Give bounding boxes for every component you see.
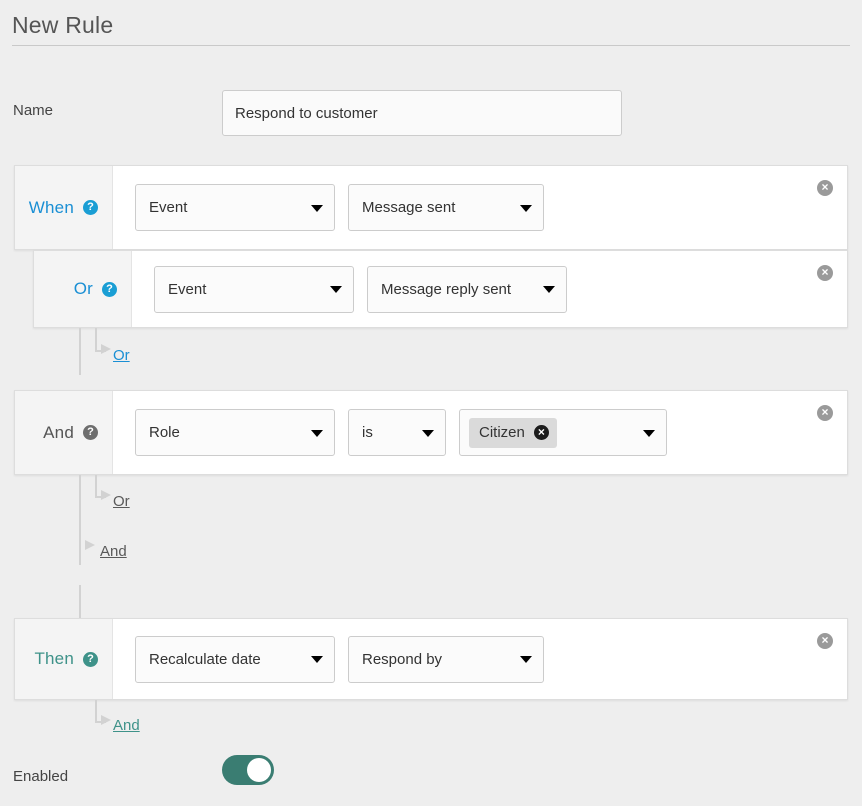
rule-fields-then: Recalculate date Respond by bbox=[135, 619, 557, 699]
rule-fields-and: Role is Citizen bbox=[135, 391, 680, 474]
remove-circle-icon-and[interactable] bbox=[817, 405, 833, 421]
add-and-condition-link-1[interactable]: And bbox=[100, 543, 127, 560]
chevron-down-icon bbox=[311, 656, 323, 663]
enabled-toggle[interactable] bbox=[222, 755, 274, 785]
question-circle-icon[interactable] bbox=[83, 200, 98, 215]
page-title: New Rule bbox=[12, 12, 114, 38]
select-when-event-value: Message sent bbox=[362, 199, 456, 216]
rule-label-cell-when: When bbox=[15, 166, 113, 249]
connector-line-outer-2 bbox=[79, 475, 81, 565]
select-then-action-value: Recalculate date bbox=[149, 650, 261, 668]
rule-label-and: And bbox=[43, 422, 74, 442]
chevron-down-icon bbox=[520, 656, 532, 663]
select-when-or-event[interactable]: Message reply sent bbox=[367, 265, 567, 313]
connector-line-outer-3 bbox=[79, 585, 81, 618]
chevron-down-icon bbox=[422, 429, 434, 437]
chevron-down-icon bbox=[311, 429, 323, 437]
tag-chip-citizen: Citizen bbox=[469, 417, 557, 448]
add-or-condition-link-1[interactable]: Or bbox=[113, 347, 130, 364]
add-then-action-link[interactable]: And bbox=[113, 717, 140, 734]
select-and-operator-value: is bbox=[362, 424, 373, 441]
select-then-target[interactable]: Respond by bbox=[348, 635, 544, 683]
rule-row-and: And Role is Citizen bbox=[14, 390, 848, 475]
rule-row-then: Then Recalculate date Respond by bbox=[14, 618, 848, 700]
connector-line-outer-1 bbox=[79, 328, 81, 375]
rule-label-when: When bbox=[28, 197, 74, 217]
select-and-operator[interactable]: is bbox=[348, 409, 446, 456]
remove-circle-icon-when-or[interactable] bbox=[817, 265, 833, 281]
select-then-target-value: Respond by bbox=[362, 650, 443, 668]
chevron-down-icon bbox=[311, 204, 323, 212]
connector-arrow-and-1 bbox=[85, 540, 95, 550]
question-circle-icon[interactable] bbox=[83, 651, 98, 667]
select-when-or-subject[interactable]: Event bbox=[154, 265, 354, 313]
rule-label-when-or: Or bbox=[73, 279, 93, 298]
rule-label-then: Then bbox=[34, 649, 74, 668]
remove-circle-icon-then[interactable] bbox=[817, 633, 833, 649]
select-when-subject[interactable]: Event bbox=[135, 184, 335, 231]
select-when-subject-value: Event bbox=[149, 199, 188, 216]
select-and-value[interactable]: Citizen bbox=[459, 409, 667, 456]
question-circle-icon[interactable] bbox=[83, 425, 98, 440]
select-and-subject[interactable]: Role bbox=[135, 409, 335, 456]
enabled-label: Enabled bbox=[13, 768, 69, 785]
rule-row-when: When Event Message sent bbox=[14, 165, 848, 250]
rule-label-cell-then: Then bbox=[15, 619, 113, 699]
select-when-or-subject-value: Event bbox=[168, 280, 207, 298]
tag-chip-label: Citizen bbox=[479, 424, 525, 441]
name-row: Name bbox=[0, 90, 862, 140]
remove-circle-icon-when[interactable] bbox=[817, 180, 833, 196]
select-and-subject-value: Role bbox=[149, 424, 180, 441]
tag-remove-icon[interactable] bbox=[533, 425, 549, 440]
question-circle-icon[interactable] bbox=[102, 281, 117, 297]
rule-label-cell-and: And bbox=[15, 391, 113, 474]
page-header: New Rule bbox=[12, 14, 850, 46]
chevron-down-icon bbox=[330, 286, 342, 293]
rule-row-when-or: Or Event Message reply sent bbox=[33, 250, 848, 328]
name-label: Name bbox=[13, 102, 54, 119]
rule-fields-when: Event Message sent bbox=[135, 166, 557, 249]
add-or-condition-link-2[interactable]: Or bbox=[113, 493, 130, 510]
chevron-down-icon bbox=[643, 429, 655, 437]
chevron-down-icon bbox=[543, 286, 555, 293]
select-when-or-event-value: Message reply sent bbox=[381, 280, 512, 298]
select-when-event[interactable]: Message sent bbox=[348, 184, 544, 231]
select-then-action[interactable]: Recalculate date bbox=[135, 635, 335, 683]
rule-fields-when-or: Event Message reply sent bbox=[154, 251, 580, 327]
toggle-knob bbox=[247, 758, 271, 782]
name-input[interactable] bbox=[222, 90, 622, 136]
rule-label-cell-when-or: Or bbox=[34, 251, 132, 327]
chevron-down-icon bbox=[520, 204, 532, 212]
